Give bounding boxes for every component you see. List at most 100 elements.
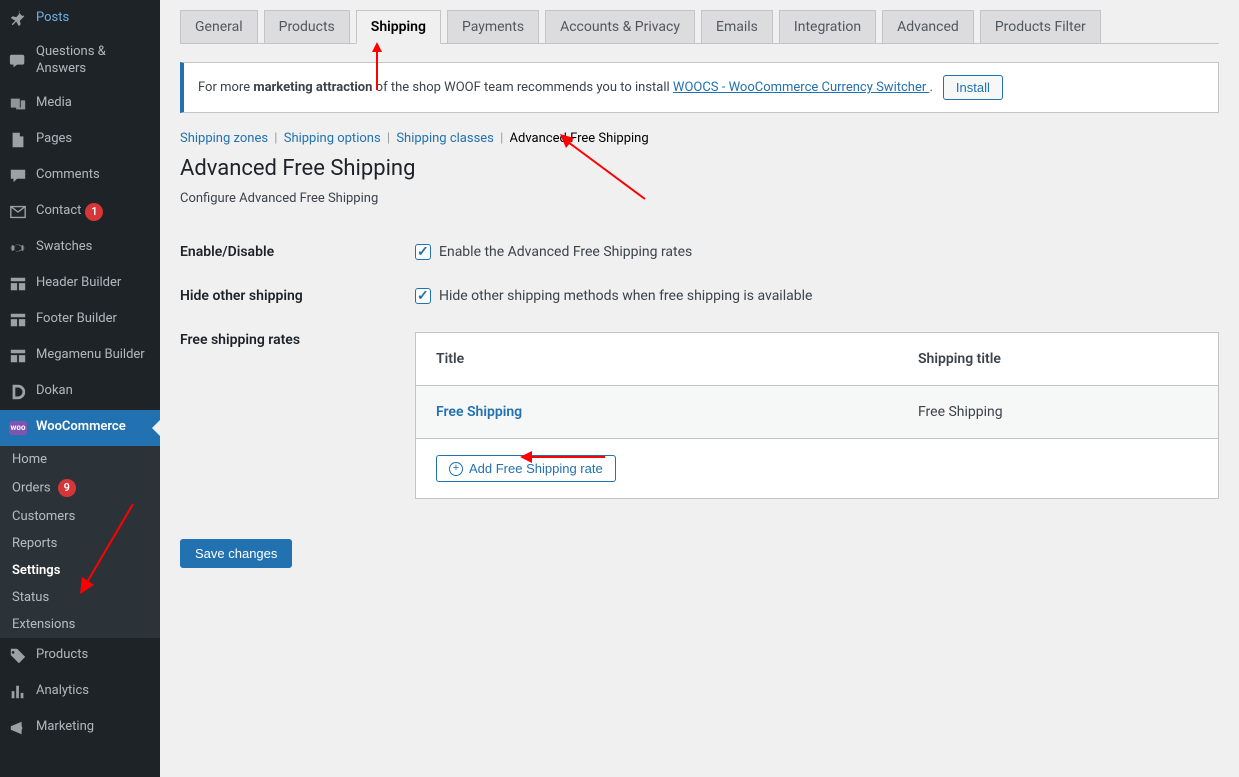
enable-checkbox-wrap[interactable]: Enable the Advanced Free Shipping rates [415, 244, 1219, 260]
subtab-zones[interactable]: Shipping zones [180, 131, 268, 146]
sidebar-label: Header Builder [36, 275, 121, 292]
hide-text: Hide other shipping methods when free sh… [439, 288, 812, 304]
sidebar-item-footer-builder[interactable]: Footer Builder [0, 302, 160, 338]
sidebar-item-qa[interactable]: Questions & Answers [0, 36, 160, 86]
tab-accounts-privacy[interactable]: Accounts & Privacy [545, 10, 695, 43]
tab-integration[interactable]: Integration [779, 10, 876, 43]
sidebar-label: Marketing [36, 719, 94, 736]
enable-text: Enable the Advanced Free Shipping rates [439, 244, 692, 260]
install-notice: For more marketing attraction of the sho… [180, 62, 1219, 113]
sidebar-label: Questions & Answers [36, 44, 152, 78]
sidebar-item-posts[interactable]: Posts [0, 0, 160, 36]
row-hide: Hide other shipping Hide other shipping … [180, 274, 1219, 318]
notice-suffix: . [929, 80, 932, 95]
sidebar-label: WooCommerce [36, 419, 126, 436]
megaphone-icon [8, 718, 28, 738]
sidebar-item-swatches[interactable]: Swatches [0, 230, 160, 266]
sidebar-label: Pages [36, 131, 72, 148]
add-rate-label: Add Free Shipping rate [469, 461, 603, 476]
sidebar-item-header-builder[interactable]: Header Builder [0, 266, 160, 302]
orders-badge: 9 [58, 479, 76, 497]
table-row[interactable]: Free Shipping Free Shipping [416, 386, 1218, 439]
table-footer: + Add Free Shipping rate [416, 439, 1218, 498]
hide-label: Hide other shipping [180, 288, 415, 304]
subitem-extensions[interactable]: Extensions [0, 611, 160, 638]
subitem-settings[interactable]: Settings [0, 557, 160, 584]
subitem-label: Status [12, 590, 49, 605]
subitem-home[interactable]: Home [0, 446, 160, 473]
contact-badge: 1 [85, 203, 103, 221]
row-shipping-cell: Free Shipping [898, 386, 1218, 438]
sidebar-label: Footer Builder [36, 311, 117, 328]
sidebar-item-woocommerce[interactable]: woo WooCommerce [0, 410, 160, 446]
enable-checkbox[interactable] [415, 244, 431, 260]
add-rate-button[interactable]: + Add Free Shipping rate [436, 455, 616, 482]
woocommerce-submenu: Home Orders 9 Customers Reports Settings… [0, 446, 160, 638]
row-enable: Enable/Disable Enable the Advanced Free … [180, 230, 1219, 274]
mail-icon [8, 202, 28, 222]
sidebar-label: Posts [36, 10, 69, 27]
sidebar-label: Media [36, 95, 72, 112]
tab-products[interactable]: Products [264, 10, 350, 43]
subitem-reports[interactable]: Reports [0, 530, 160, 557]
page-description: Configure Advanced Free Shipping [180, 191, 1219, 206]
table-head: Title Shipping title [416, 333, 1218, 386]
subtab-options[interactable]: Shipping options [284, 131, 381, 146]
page-title: Advanced Free Shipping [180, 156, 1219, 181]
row-title-cell: Free Shipping [416, 386, 898, 438]
col-shipping-header: Shipping title [898, 333, 1218, 385]
tab-general[interactable]: General [180, 10, 258, 43]
notice-text: For more marketing attraction of the sho… [198, 80, 933, 95]
layout-icon [8, 274, 28, 294]
comment-icon [8, 166, 28, 186]
sidebar-label: Products [36, 647, 88, 664]
separator: | [274, 131, 277, 146]
tab-emails[interactable]: Emails [701, 10, 773, 43]
notice-strong: marketing attraction [253, 80, 372, 95]
media-icon [8, 94, 28, 114]
tab-shipping[interactable]: Shipping [356, 10, 441, 44]
sidebar-item-pages[interactable]: Pages [0, 122, 160, 158]
sidebar-item-analytics[interactable]: Analytics [0, 674, 160, 710]
subitem-orders[interactable]: Orders 9 [0, 473, 160, 503]
chart-icon [8, 682, 28, 702]
subitem-label: Home [12, 452, 47, 467]
notice-middle: of the shop WOOF team recommends you to … [372, 80, 672, 95]
settings-tabs: General Products Shipping Payments Accou… [180, 10, 1219, 44]
tab-products-filter[interactable]: Products Filter [980, 10, 1101, 43]
sidebar-label: Megamenu Builder [36, 347, 145, 364]
notice-link[interactable]: WOOCS - WooCommerce Currency Switcher [673, 80, 930, 95]
sidebar-item-dokan[interactable]: Dokan [0, 374, 160, 410]
enable-label: Enable/Disable [180, 244, 415, 260]
install-button[interactable]: Install [943, 75, 1003, 100]
subitem-label: Settings [12, 563, 60, 578]
hide-checkbox[interactable] [415, 288, 431, 304]
layout-icon [8, 346, 28, 366]
sidebar-item-media[interactable]: Media [0, 86, 160, 122]
save-button[interactable]: Save changes [180, 539, 292, 568]
hide-checkbox-wrap[interactable]: Hide other shipping methods when free sh… [415, 288, 1219, 304]
separator: | [387, 131, 390, 146]
subtab-advanced-free-shipping[interactable]: Advanced Free Shipping [510, 131, 649, 146]
subitem-customers[interactable]: Customers [0, 503, 160, 530]
subitem-label: Reports [12, 536, 57, 551]
sidebar-item-contact[interactable]: Contact 1 [0, 194, 160, 230]
pin-icon [8, 8, 28, 28]
sidebar-item-products[interactable]: Products [0, 638, 160, 674]
subtab-classes[interactable]: Shipping classes [396, 131, 494, 146]
tab-advanced[interactable]: Advanced [882, 10, 974, 43]
rate-title-link[interactable]: Free Shipping [436, 404, 522, 420]
subitem-status[interactable]: Status [0, 584, 160, 611]
tab-payments[interactable]: Payments [447, 10, 539, 43]
gear-icon [8, 238, 28, 258]
rates-table: Title Shipping title Free Shipping Free … [415, 332, 1219, 499]
chat-icon [8, 51, 28, 71]
rates-label: Free shipping rates [180, 332, 415, 348]
sidebar-item-comments[interactable]: Comments [0, 158, 160, 194]
subitem-label: Extensions [12, 617, 75, 632]
sidebar-item-megamenu[interactable]: Megamenu Builder [0, 338, 160, 374]
row-rates: Free shipping rates Title Shipping title… [180, 318, 1219, 513]
col-title-header: Title [416, 333, 898, 385]
sidebar-item-marketing[interactable]: Marketing [0, 710, 160, 746]
plus-icon: + [449, 462, 463, 476]
